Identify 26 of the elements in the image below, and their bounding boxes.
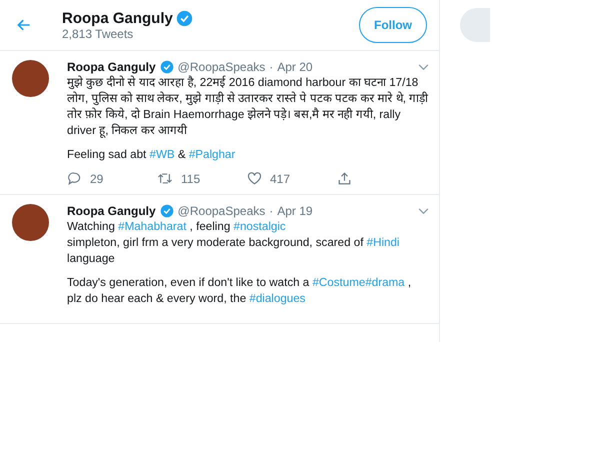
author-handle: @RoopaSpeaks [178, 60, 266, 74]
separator-dot: · [269, 204, 274, 218]
reply-count: 29 [90, 172, 104, 186]
tweet-text: Feeling sad abt #WB & #Palghar [67, 147, 236, 163]
hashtag-link[interactable]: #drama [365, 276, 405, 289]
follow-button[interactable]: Follow [359, 7, 427, 43]
hashtag-link[interactable]: #Costume [312, 276, 366, 289]
hashtag-link[interactable]: #Palghar [188, 148, 236, 161]
tweet-date: Apr 19 [277, 204, 313, 218]
author-handle: @RoopaSpeaks [178, 204, 266, 218]
tweet-date: Apr 20 [277, 60, 313, 74]
tweet-count: 2,813 Tweets [62, 26, 134, 40]
separator-dot: · [269, 60, 274, 74]
hashtag-link[interactable]: #WB [150, 148, 175, 161]
tweet-text: Watching #Mahabharat , feeling #nostalgic simpleton, girl frm a very moderate background, scared of #Hindi language [67, 219, 401, 267]
hashtag-link[interactable]: #dialogues [249, 292, 306, 305]
hashtag-link[interactable]: #Mahabharat [118, 220, 186, 233]
author-name: Roopa Ganguly [67, 60, 156, 74]
author-name: Roopa Ganguly [67, 204, 156, 218]
tweet-text: Today's generation, even if don't like to watch a #Costume#drama , plz do hear each & every word, the #dialogues [67, 275, 412, 307]
tweet-text: मुझे कुछ दीनो से याद आरहा है, 22मई 2016 diamond harbour का घटना 17/18 लोग, पुलिस को साथ लेकर, मुझे गाड़ी से उतारकर रास्ते पे पटक पटक कर मारे थे, गाड़ी तोर फ़ोर किये, दो Brain Haemorrhage झेलने पड़े। बस,मै मर नही गयी, rally driver हू, निकल कर आगयी [67, 75, 429, 139]
profile-name: Roopa Ganguly [62, 10, 173, 26]
hashtag-link[interactable]: #Hindi [366, 236, 400, 249]
retweet-count: 115 [181, 172, 200, 186]
like-count: 417 [270, 172, 290, 186]
hashtag-link[interactable]: #nostalgic [234, 220, 286, 233]
